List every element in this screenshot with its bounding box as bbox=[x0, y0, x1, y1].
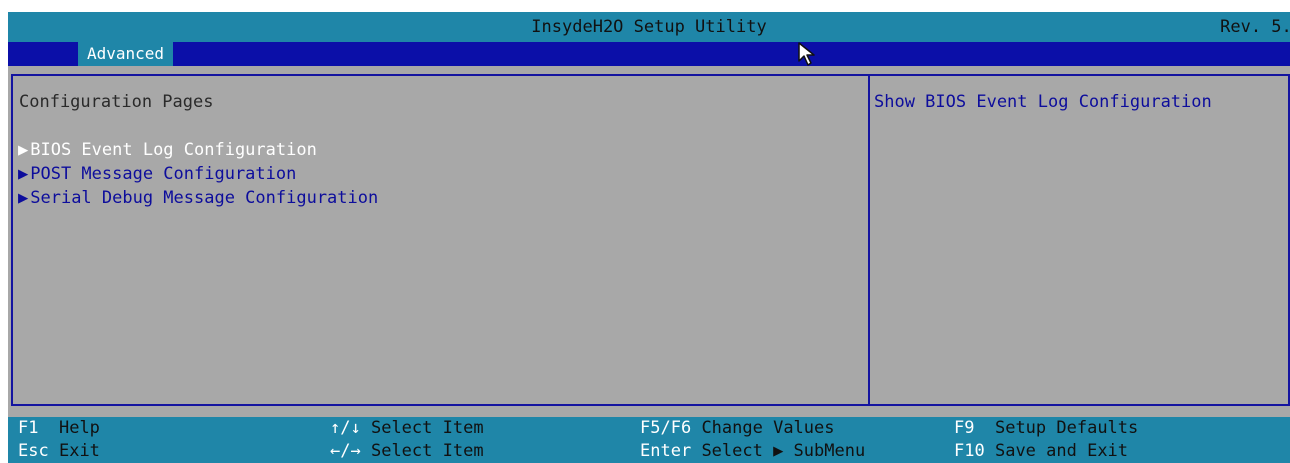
key-label: Esc bbox=[18, 441, 49, 461]
key-label: F10 bbox=[954, 441, 985, 461]
key-desc: Select Item bbox=[370, 418, 484, 438]
key-desc: Exit bbox=[58, 441, 100, 461]
app-title: InsydeH2O Setup Utility bbox=[531, 17, 767, 37]
main-panel: Configuration Pages ▶ BIOS Event Log Conf… bbox=[11, 74, 870, 406]
key-help-bar: F1 Help ↑/↓ Select Item F5/F6 Change Val… bbox=[8, 417, 1290, 463]
keyhint-left-right: ←/→ Select Item bbox=[330, 440, 484, 463]
mouse-pointer-icon bbox=[798, 42, 815, 66]
menu-item-label: Serial Debug Message Configuration bbox=[30, 188, 379, 208]
submenu-arrow-icon: ▶ bbox=[18, 188, 29, 208]
key-desc: Help bbox=[58, 418, 100, 438]
keyhint-f9: F9 Setup Defaults bbox=[954, 417, 1138, 440]
key-label: ↑/↓ bbox=[330, 418, 361, 438]
title-bar: InsydeH2O Setup Utility Rev. 5.0 bbox=[8, 12, 1290, 42]
key-desc: Change Values bbox=[701, 418, 835, 438]
menu-item-label: BIOS Event Log Configuration bbox=[30, 140, 317, 160]
help-panel: Show BIOS Event Log Configuration bbox=[868, 74, 1290, 406]
submenu-arrow-icon: ▶ bbox=[18, 140, 29, 160]
bios-screen: InsydeH2O Setup Utility Rev. 5.0 Advance… bbox=[8, 12, 1290, 463]
keyhint-f5-f6: F5/F6 Change Values bbox=[640, 417, 835, 440]
key-label: F5/F6 bbox=[640, 418, 692, 438]
tab-advanced[interactable]: Advanced bbox=[78, 42, 174, 66]
keyhint-f10: F10 Save and Exit bbox=[954, 440, 1128, 463]
menu-item-post-message[interactable]: ▶ POST Message Configuration bbox=[18, 164, 296, 184]
section-title: Configuration Pages bbox=[19, 92, 214, 112]
key-label: F1 bbox=[18, 418, 39, 438]
tab-bar: Advanced bbox=[8, 42, 1290, 66]
menu-item-serial-debug[interactable]: ▶ Serial Debug Message Configuration bbox=[18, 188, 378, 208]
key-label: F9 bbox=[954, 418, 975, 438]
keyhint-esc: Esc Exit bbox=[18, 440, 100, 463]
help-text: Show BIOS Event Log Configuration bbox=[874, 92, 1212, 112]
key-label: ←/→ bbox=[330, 441, 361, 461]
submenu-arrow-icon: ▶ bbox=[18, 164, 29, 184]
revision-label: Rev. 5.0 bbox=[1220, 17, 1290, 37]
key-desc: Select Item bbox=[370, 441, 484, 461]
key-desc: Select ▶ SubMenu bbox=[701, 441, 866, 461]
key-label: Enter bbox=[640, 441, 692, 461]
key-desc: Save and Exit bbox=[994, 441, 1129, 461]
keyhint-f1: F1 Help bbox=[18, 417, 100, 440]
menu-item-bios-event-log[interactable]: ▶ BIOS Event Log Configuration bbox=[18, 140, 317, 160]
key-desc: Setup Defaults bbox=[994, 418, 1139, 438]
keyhint-enter: Enter Select ▶ SubMenu bbox=[640, 440, 865, 463]
menu-item-label: POST Message Configuration bbox=[30, 164, 297, 184]
keyhint-up-down: ↑/↓ Select Item bbox=[330, 417, 484, 440]
